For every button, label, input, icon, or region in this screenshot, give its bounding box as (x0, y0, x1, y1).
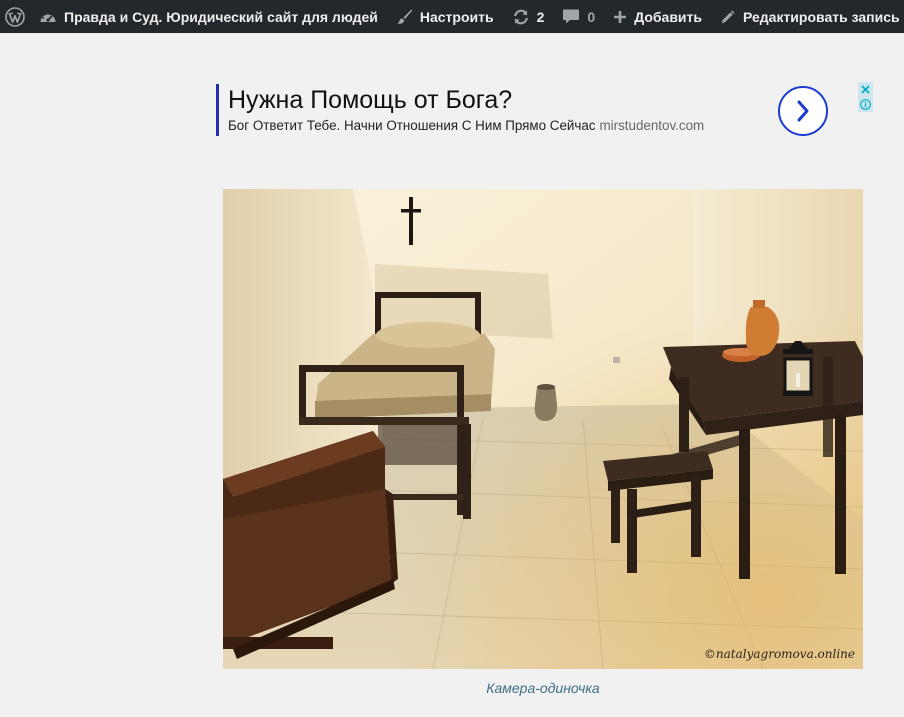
wp-logo-menu[interactable] (0, 0, 33, 33)
ad-domain: mirstudentov.com (599, 118, 705, 133)
wordpress-icon (5, 6, 25, 27)
updates-refresh-icon (513, 9, 528, 24)
updates-count: 2 (536, 8, 545, 25)
photo-caption: Камера-одиночка (486, 680, 600, 696)
ad-info-button[interactable] (858, 97, 873, 112)
site-name-menu[interactable]: Правда и Суд. Юридический сайт для людей (33, 0, 387, 33)
ad-close-button[interactable] (858, 82, 873, 97)
comments-button[interactable]: 0 (553, 0, 604, 33)
paintbrush-icon (396, 9, 413, 24)
edit-post-label: Редактировать запись (743, 8, 900, 25)
comment-bubble-icon (563, 9, 580, 24)
dashboard-gauge-icon (40, 11, 56, 22)
updates-button[interactable]: 2 (503, 0, 554, 33)
ad-description[interactable]: Бог Ответит Тебе. Начни Отношения С Ним … (228, 118, 704, 133)
advertisement[interactable]: Нужна Помощь от Бога? Бог Ответит Тебе. … (216, 82, 876, 140)
pencil-icon (721, 10, 735, 23)
new-content-label: Добавить (634, 8, 702, 25)
ad-accent-bar (216, 84, 219, 136)
close-icon (861, 85, 870, 94)
new-content-button[interactable]: Добавить (604, 0, 711, 33)
customize-button[interactable]: Настроить (387, 0, 503, 33)
ad-description-text: Бог Ответит Тебе. Начни Отношения С Ним … (228, 118, 596, 133)
comments-count: 0 (587, 8, 596, 25)
plus-icon (614, 10, 627, 23)
ad-headline[interactable]: Нужна Помощь от Бога? (228, 86, 512, 115)
ad-open-button[interactable] (778, 86, 828, 136)
edit-post-button[interactable]: Редактировать запись (711, 0, 904, 33)
chevron-right-icon (797, 100, 809, 122)
info-icon (860, 99, 871, 110)
cell-room-illustration (223, 189, 863, 669)
admin-bar: Правда и Суд. Юридический сайт для людей… (0, 0, 904, 33)
site-name: Правда и Суд. Юридический сайт для людей (64, 8, 378, 25)
article-photo[interactable]: ©natalyagromova.online (223, 189, 863, 669)
photo-watermark: ©natalyagromova.online (703, 647, 855, 661)
customize-label: Настроить (419, 8, 494, 25)
